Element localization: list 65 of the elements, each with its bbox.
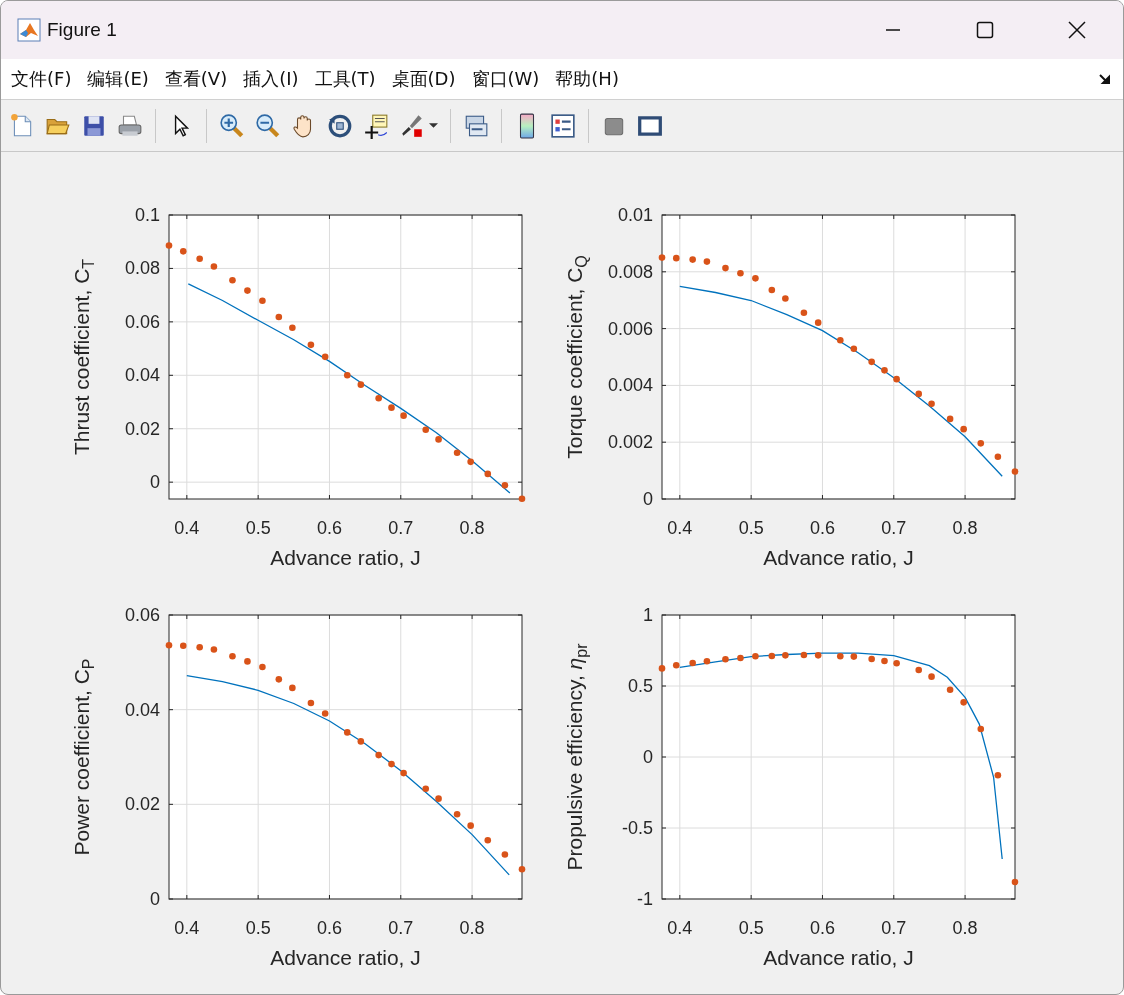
dock-arrow-icon[interactable] [1099,72,1111,85]
brush-icon[interactable] [399,112,425,139]
app-logo-icon [17,17,41,42]
y-tick-label: 0.04 [124,699,160,720]
menu-item[interactable]: 文件(F) [11,66,72,91]
x-tick-label: 0.7 [881,918,907,938]
x-tick-label: 0.4 [667,918,693,938]
x-tick-label: 0.6 [316,918,342,938]
menu-item[interactable]: 窗口(W) [471,66,540,91]
x-tick-label: 0.4 [174,518,200,538]
x-axis-label: Advance ratio, J [763,546,914,569]
data-cursor-icon[interactable] [363,112,389,139]
zoom-in-icon[interactable] [219,112,245,139]
x-tick-label: 0.8 [952,518,978,538]
y-tick-label: 0.06 [124,605,160,625]
y-tick-label: 0 [643,489,653,509]
window-title: Figure 1 [47,18,117,41]
rotate-icon[interactable] [327,112,353,139]
x-tick-label: 0.4 [667,518,693,538]
y-tick-label: 0.1 [134,205,160,225]
y-tick-label: 0.02 [124,794,160,815]
x-tick-label: 0.7 [388,518,414,538]
y-tick-label: 0.02 [124,418,160,439]
zoom-out-icon[interactable] [255,112,281,139]
y-tick-label: 1 [643,605,653,625]
y-tick-label: 0 [150,889,160,909]
legend-icon[interactable] [550,112,576,139]
y-tick-label: 0.04 [124,365,160,386]
menu-item[interactable]: 桌面(D) [391,66,456,91]
y-tick-label: 0.002 [607,432,653,453]
y-tick-label: 0.008 [607,261,653,282]
x-tick-label: 0.6 [316,518,342,538]
x-tick-label: 0.8 [459,518,485,538]
x-axis-label: Advance ratio, J [763,946,914,969]
menu-item[interactable]: 查看(V) [164,66,228,91]
x-tick-label: 0.5 [738,918,764,938]
maximize-button[interactable] [975,19,995,40]
y-tick-label: 0.06 [124,311,160,332]
y-tick-label: 0 [150,472,160,493]
menu-item[interactable]: 编辑(E) [87,66,149,91]
menu-item[interactable]: 帮助(H) [555,66,619,91]
x-tick-label: 0.7 [388,918,414,938]
y-tick-label: 0 [643,747,653,767]
x-axis-label: Advance ratio, J [270,946,421,969]
x-tick-label: 0.5 [738,518,764,538]
x-tick-label: 0.6 [809,918,835,938]
y-tick-label: 0.006 [607,318,653,339]
x-tick-label: 0.5 [245,518,271,538]
y-tick-label: 0.5 [627,676,653,696]
menu-item[interactable]: 插入(I) [243,66,299,91]
x-tick-label: 0.7 [881,518,907,538]
y-tick-label: 0.004 [607,375,653,396]
x-tick-label: 0.5 [245,918,271,938]
y-tick-label: -1 [637,889,653,909]
menu-item[interactable]: 工具(T) [314,66,376,91]
y-tick-label: 0.08 [124,258,160,279]
y-tick-label: 0.01 [617,205,653,225]
y-tick-label: -0.5 [621,818,653,838]
x-tick-label: 0.8 [459,918,485,938]
close-button[interactable] [1067,19,1087,40]
x-tick-label: 0.6 [809,518,835,538]
x-tick-label: 0.8 [952,918,978,938]
x-axis-label: Advance ratio, J [270,546,421,569]
caret-icon[interactable] [429,121,438,131]
x-tick-label: 0.4 [174,918,200,938]
